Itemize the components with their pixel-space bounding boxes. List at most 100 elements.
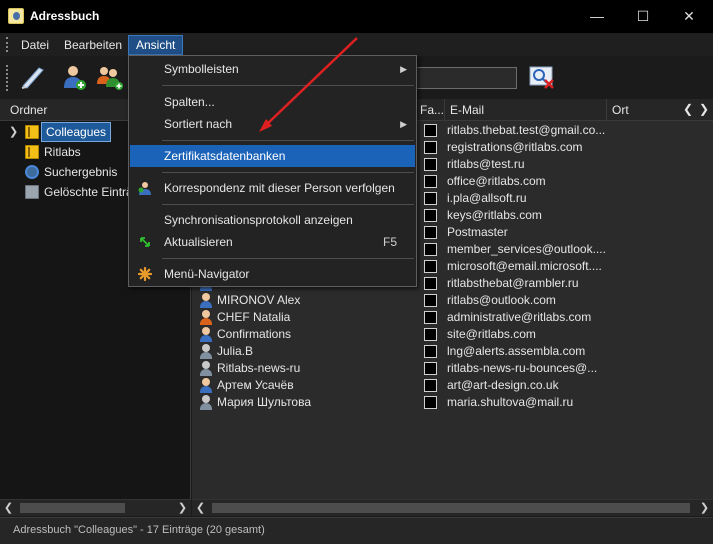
- toolbar-grip[interactable]: [6, 65, 8, 91]
- menu-item-aktualisieren[interactable]: Aktualisieren F5: [130, 231, 415, 253]
- add-group-button[interactable]: [95, 62, 125, 92]
- table-row[interactable]: Артем Усачёв art@art-design.co.uk: [192, 377, 713, 394]
- favorite-checkbox[interactable]: [424, 311, 437, 324]
- favorite-checkbox[interactable]: [424, 260, 437, 273]
- column-header-email[interactable]: E-Mail: [450, 103, 484, 117]
- favorite-checkbox[interactable]: [424, 277, 437, 290]
- contact-name: CHEF Natalia: [217, 310, 291, 324]
- minimize-button[interactable]: —: [574, 0, 620, 33]
- contact-name: MIRONOV Alex: [217, 293, 301, 307]
- table-row[interactable]: Julia.B lng@alerts.assembla.com: [192, 343, 713, 360]
- new-entry-button[interactable]: [17, 62, 47, 92]
- contact-email: ritlabs.thebat.test@gmail.co...: [447, 123, 605, 137]
- column-separator[interactable]: [606, 99, 607, 121]
- close-button[interactable]: ✕: [666, 0, 712, 33]
- favorite-checkbox[interactable]: [424, 175, 437, 188]
- menu-separator: [162, 204, 414, 205]
- table-row[interactable]: CHEF Natalia administrative@ritlabs.com: [192, 309, 713, 326]
- menu-bearbeiten[interactable]: Bearbeiten: [57, 35, 129, 55]
- contact-email: microsoft@email.microsoft....: [447, 259, 602, 273]
- contact-email: art@art-design.co.uk: [447, 378, 559, 392]
- table-row[interactable]: Ritlabs-news-ru ritlabs-news-ru-bounces@.…: [192, 360, 713, 377]
- contact-name: Мария Шультова: [217, 395, 312, 409]
- app-icon: [8, 8, 24, 24]
- add-contact-button[interactable]: [59, 62, 89, 92]
- contact-email: office@ritlabs.com: [447, 174, 546, 188]
- menu-item-symbolleisten[interactable]: Symbolleisten ▶: [130, 58, 415, 80]
- favorite-checkbox[interactable]: [424, 345, 437, 358]
- favorite-checkbox[interactable]: [424, 294, 437, 307]
- add-group-icon: [97, 67, 123, 90]
- favorite-checkbox[interactable]: [424, 396, 437, 409]
- shortcut-label: F5: [382, 235, 397, 249]
- table-row[interactable]: MIRONOV Alex ritlabs@outlook.com: [192, 292, 713, 309]
- favorite-checkbox[interactable]: [424, 192, 437, 205]
- trash-icon: [25, 185, 39, 199]
- contact-avatar-icon: [199, 361, 213, 376]
- scroll-thumb[interactable]: [20, 503, 125, 513]
- window-title: Adressbuch: [30, 9, 100, 23]
- contact-avatar-icon: [199, 344, 213, 359]
- contact-avatar-icon: [199, 310, 213, 325]
- favorite-checkbox[interactable]: [424, 226, 437, 239]
- folder-label: Gelöschte Einträ: [44, 185, 133, 199]
- menu-separator: [162, 258, 414, 259]
- expand-arrow-icon[interactable]: ❯: [9, 122, 18, 142]
- list-horizontal-scrollbar[interactable]: ❮ ❯: [192, 499, 713, 516]
- submenu-arrow-icon: ▶: [400, 119, 407, 129]
- status-bar: Adressbuch "Colleagues" - 17 Einträge (2…: [0, 517, 713, 544]
- contact-email: lng@alerts.assembla.com: [447, 344, 586, 358]
- contact-name: Julia.B: [217, 344, 254, 358]
- folder-label: Suchergebnis: [44, 165, 118, 179]
- add-person-icon: [64, 66, 86, 90]
- refresh-icon: [140, 237, 150, 247]
- column-header-favorite[interactable]: Fa...: [420, 103, 444, 117]
- scroll-left-icon[interactable]: ❮: [0, 500, 17, 516]
- menu-item-korrespondenz-verfolgen[interactable]: Korrespondenz mit dieser Person verfolge…: [130, 177, 415, 199]
- status-text: Adressbuch "Colleagues" - 17 Einträge (2…: [13, 524, 265, 536]
- contact-name: Артем Усачёв: [217, 378, 294, 392]
- favorite-checkbox[interactable]: [424, 124, 437, 137]
- menu-ansicht[interactable]: Ansicht: [128, 35, 184, 55]
- table-row[interactable]: Confirmations site@ritlabs.com: [192, 326, 713, 343]
- menu-item-spalten[interactable]: Spalten...: [130, 91, 415, 113]
- contact-email: keys@ritlabs.com: [447, 208, 542, 222]
- person-follow-icon: [138, 182, 151, 195]
- menu-item-sortiert-nach[interactable]: Sortiert nach ▶: [130, 113, 415, 135]
- menu-item-menue-navigator[interactable]: Menü-Navigator: [130, 263, 415, 285]
- menu-item-zertifikatsdatenbanken[interactable]: Zertifikatsdatenbanken: [130, 145, 415, 167]
- favorite-checkbox[interactable]: [424, 379, 437, 392]
- scroll-right-icon[interactable]: ❯: [174, 500, 191, 516]
- menu-bar: Datei Bearbeiten Ansicht: [0, 33, 713, 56]
- contact-email: maria.shultova@mail.ru: [447, 395, 574, 409]
- submenu-arrow-icon: ▶: [400, 64, 407, 74]
- column-separator[interactable]: [444, 99, 445, 121]
- contact-avatar-icon: [199, 395, 213, 410]
- contact-email: member_services@outlook....: [447, 242, 605, 256]
- title-bar: Adressbuch — ☐ ✕: [0, 0, 713, 33]
- contact-name: Confirmations: [217, 327, 292, 341]
- search-clear-icon: [529, 66, 554, 89]
- scroll-columns-right-icon[interactable]: ❯: [699, 102, 709, 116]
- scroll-columns-left-icon[interactable]: ❮: [683, 102, 693, 116]
- table-row[interactable]: Мария Шультова maria.shultova@mail.ru: [192, 394, 713, 411]
- favorite-checkbox[interactable]: [424, 141, 437, 154]
- favorite-checkbox[interactable]: [424, 328, 437, 341]
- favorite-checkbox[interactable]: [424, 362, 437, 375]
- menu-item-synchronisationsprotokoll[interactable]: Synchronisationsprotokoll anzeigen: [130, 209, 415, 231]
- contact-email: ritlabsthebat@rambler.ru: [447, 276, 579, 290]
- scroll-left-icon[interactable]: ❮: [192, 500, 209, 516]
- clear-search-button[interactable]: [527, 62, 557, 92]
- column-header-ort[interactable]: Ort: [612, 103, 629, 117]
- favorite-checkbox[interactable]: [424, 158, 437, 171]
- folder-label: Ritlabs: [44, 145, 81, 159]
- menu-datei[interactable]: Datei: [14, 35, 56, 55]
- menubar-grip[interactable]: [6, 37, 8, 52]
- scroll-right-icon[interactable]: ❯: [696, 500, 713, 516]
- search-input[interactable]: [416, 67, 517, 89]
- favorite-checkbox[interactable]: [424, 243, 437, 256]
- favorite-checkbox[interactable]: [424, 209, 437, 222]
- maximize-button[interactable]: ☐: [620, 0, 666, 33]
- scroll-thumb[interactable]: [212, 503, 690, 513]
- folder-horizontal-scrollbar[interactable]: ❮ ❯: [0, 499, 191, 516]
